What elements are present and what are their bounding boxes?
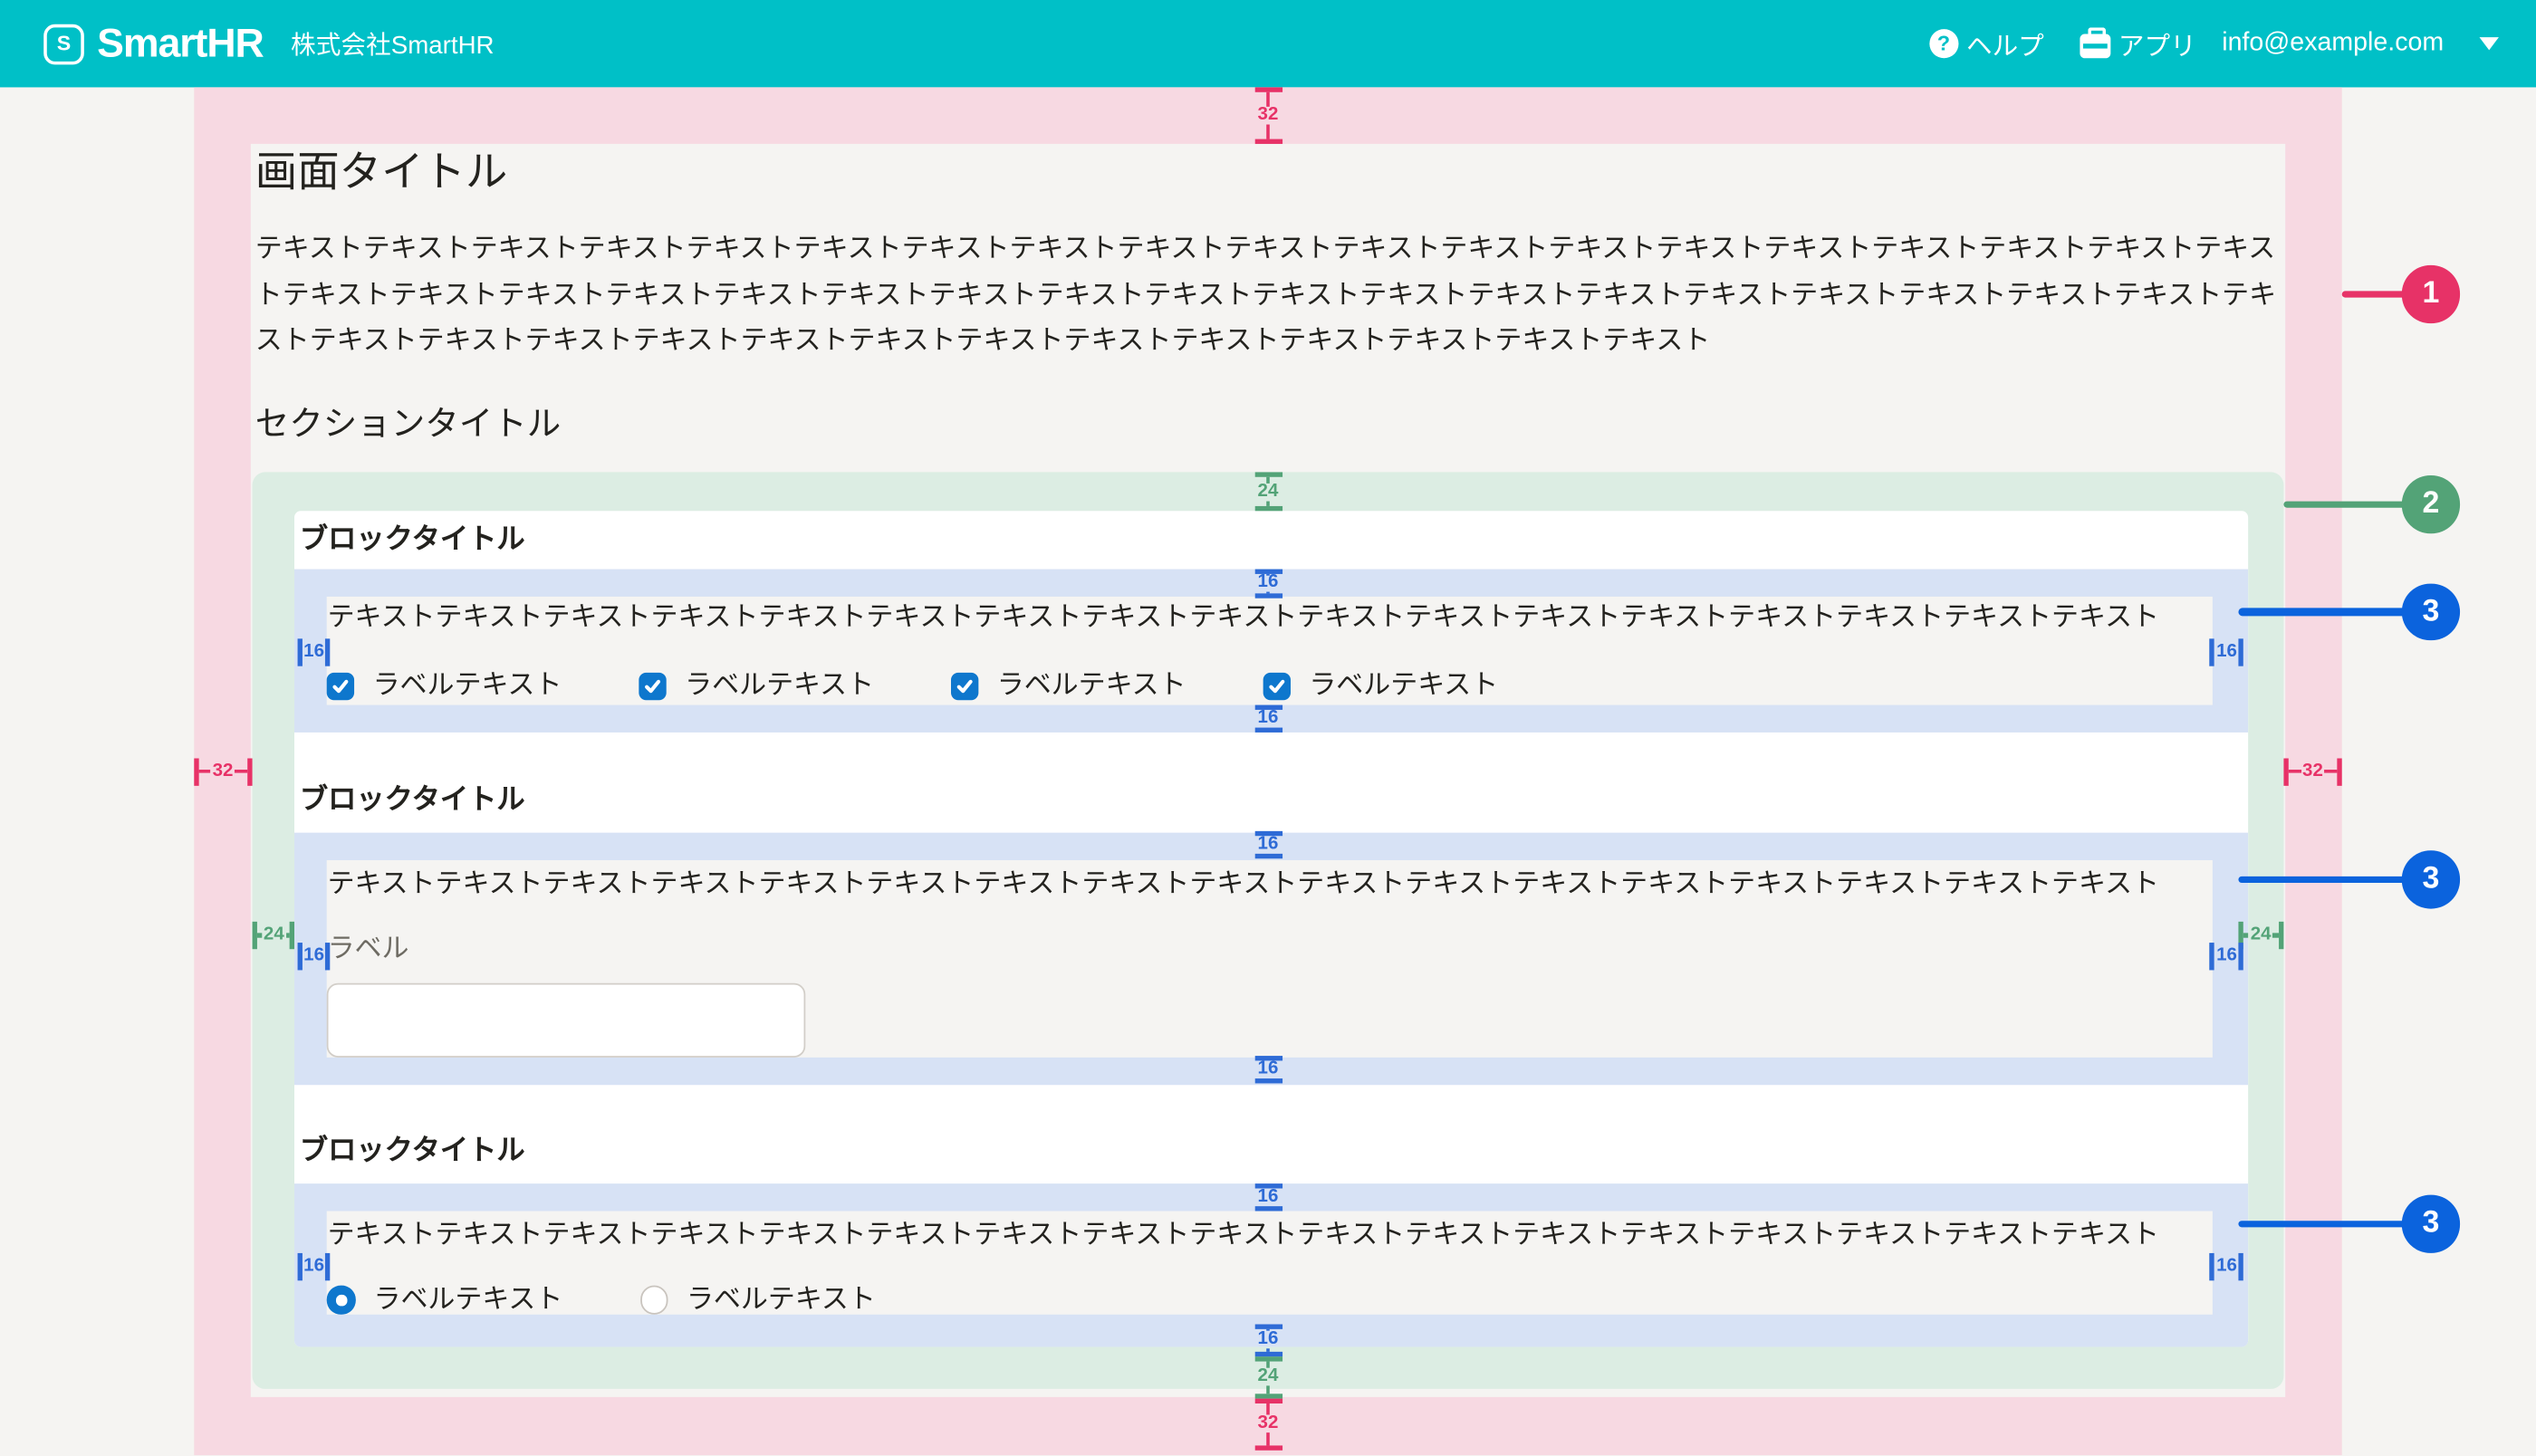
radio-item-selected[interactable]: ラベルテキスト (328, 1286, 563, 1314)
help-link[interactable]: ヘルプ (1929, 24, 2044, 63)
company-name: 株式会社SmartHR (291, 26, 495, 62)
page: SmartHR 株式会社SmartHR ヘルプ アプリ info@example… (0, 0, 2536, 1456)
spacing-marker-value: 32 (211, 762, 235, 781)
checkbox-checked-icon[interactable] (952, 672, 979, 699)
block-content: テキストテキストテキストテキストテキストテキストテキストテキストテキストテキスト… (328, 1211, 2213, 1314)
block-text: テキストテキストテキストテキストテキストテキストテキストテキストテキストテキスト… (328, 859, 2213, 896)
annotation-badge-3: 3 (2402, 851, 2459, 908)
annotation-badge-1: 1 (2402, 265, 2459, 322)
help-icon (1929, 29, 1958, 58)
checkbox-row: ラベルテキスト ラベルテキスト ラベルテキスト (328, 672, 2213, 705)
annotation-leader-line (2283, 501, 2431, 508)
checkbox-checked-icon[interactable] (328, 672, 355, 699)
spacing-marker-line (1254, 1445, 1282, 1450)
spacing-marker-line (2289, 769, 2301, 773)
block-padding-guide: テキストテキストテキストテキストテキストテキストテキストテキストテキストテキスト… (295, 832, 2248, 1085)
smarthr-logo-icon (43, 24, 84, 64)
section-title: セクションタイトル (255, 407, 2283, 444)
checkbox-label: ラベルテキスト (997, 672, 1186, 700)
spacing-marker-line (1265, 1403, 1270, 1415)
lead-paragraph: テキストテキストテキストテキストテキストテキストテキストテキストテキストテキスト… (255, 227, 2283, 365)
spacing-marker-line (1254, 1393, 1282, 1397)
smarthr-logo[interactable]: SmartHR (43, 24, 263, 64)
spacing-marker-line (1254, 1398, 1282, 1403)
spacing-marker-vertical-32: 32 (1254, 1398, 1282, 1451)
radio-label: ラベルテキスト (373, 1286, 562, 1314)
block-text: テキストテキストテキストテキストテキストテキストテキストテキストテキストテキスト… (328, 598, 2213, 632)
checkbox-item[interactable]: ラベルテキスト (952, 672, 1186, 700)
app-header: SmartHR 株式会社SmartHR ヘルプ アプリ info@example… (0, 0, 2536, 88)
checkbox-item[interactable]: ラベルテキスト (639, 672, 874, 700)
spacing-marker-line (199, 769, 211, 773)
block-title: ブロックタイトル (295, 1133, 2248, 1170)
annotation-badge-2: 2 (2402, 475, 2459, 532)
checkbox-item[interactable]: ラベルテキスト (328, 672, 562, 700)
text-input[interactable] (328, 982, 807, 1057)
spacing-marker-line (1265, 125, 1270, 139)
account-menu[interactable]: info@example.com (2222, 29, 2499, 58)
radio-label: ラベルテキスト (687, 1286, 876, 1314)
checkbox-label: ラベルテキスト (1309, 672, 1498, 700)
annotation-badge-3: 3 (2402, 583, 2459, 640)
spacing-marker-line (246, 758, 251, 785)
block-title: ブロックタイトル (295, 781, 2248, 819)
apps-label: アプリ (2118, 24, 2196, 63)
radio-item-unselected[interactable]: ラベルテキスト (640, 1286, 876, 1314)
block-title: ブロックタイトル (295, 521, 2248, 558)
radio-off-icon[interactable] (640, 1286, 668, 1314)
spacing-marker-horizontal-32: 32 (2284, 758, 2341, 785)
account-email: info@example.com (2222, 29, 2444, 58)
spacing-marker-line (1254, 88, 1282, 92)
field-label: ラベル (328, 934, 2213, 962)
annotation-badge-3: 3 (2402, 1195, 2459, 1252)
spacing-marker-value: 32 (2301, 762, 2324, 781)
apps-icon (2080, 34, 2110, 59)
spacing-marker-horizontal-32: 32 (194, 758, 251, 785)
radio-row: ラベルテキスト ラベルテキスト (328, 1286, 2213, 1314)
checkbox-checked-icon[interactable] (1263, 672, 1291, 699)
spacing-marker-line (2325, 769, 2337, 773)
main-content: 画面タイトル テキストテキストテキストテキストテキストテキストテキストテキストテ… (255, 144, 2283, 1388)
header-right: ヘルプ アプリ info@example.com (1929, 24, 2499, 63)
radio-on-icon[interactable] (328, 1286, 356, 1314)
block-text: テキストテキストテキストテキストテキストテキストテキストテキストテキストテキスト… (328, 1211, 2213, 1248)
spacing-marker-line (2284, 758, 2289, 785)
checkbox-item[interactable]: ラベルテキスト (1263, 672, 1498, 700)
section-body: ブロックタイトル テキストテキストテキストテキストテキストテキストテキストテキス… (295, 511, 2248, 1346)
spacing-marker-value: 32 (1258, 1415, 1279, 1433)
checkbox-label: ラベルテキスト (685, 672, 874, 700)
annotation-leader-line (2341, 291, 2431, 298)
spacing-marker-value: 32 (1258, 107, 1279, 125)
page-title: 画面タイトル (255, 148, 2283, 196)
section-padding-guide: ブロックタイトル テキストテキストテキストテキストテキストテキストテキストテキス… (253, 473, 2283, 1389)
block-content: テキストテキストテキストテキストテキストテキストテキストテキストテキストテキスト… (328, 598, 2213, 705)
spacing-marker-line (1265, 92, 1270, 107)
chevron-down-icon (2479, 37, 2498, 50)
apps-link[interactable]: アプリ (2080, 24, 2196, 63)
block-padding-guide: テキストテキストテキストテキストテキストテキストテキストテキストテキストテキスト… (295, 570, 2248, 732)
block-content: テキストテキストテキストテキストテキストテキストテキストテキストテキストテキスト… (328, 859, 2213, 1057)
spacing-marker-vertical-32: 32 (1254, 88, 1282, 144)
spacing-marker-line (1265, 1433, 1270, 1446)
block-padding-guide: テキストテキストテキストテキストテキストテキストテキストテキストテキストテキスト… (295, 1183, 2248, 1346)
checkbox-label: ラベルテキスト (373, 672, 562, 700)
help-label: ヘルプ (1966, 24, 2044, 63)
smarthr-logo-text: SmartHR (97, 24, 264, 64)
spacing-marker-line (194, 758, 198, 785)
spacing-marker-line (235, 769, 246, 773)
checkbox-checked-icon[interactable] (639, 672, 667, 699)
spacing-marker-line (2337, 758, 2341, 785)
